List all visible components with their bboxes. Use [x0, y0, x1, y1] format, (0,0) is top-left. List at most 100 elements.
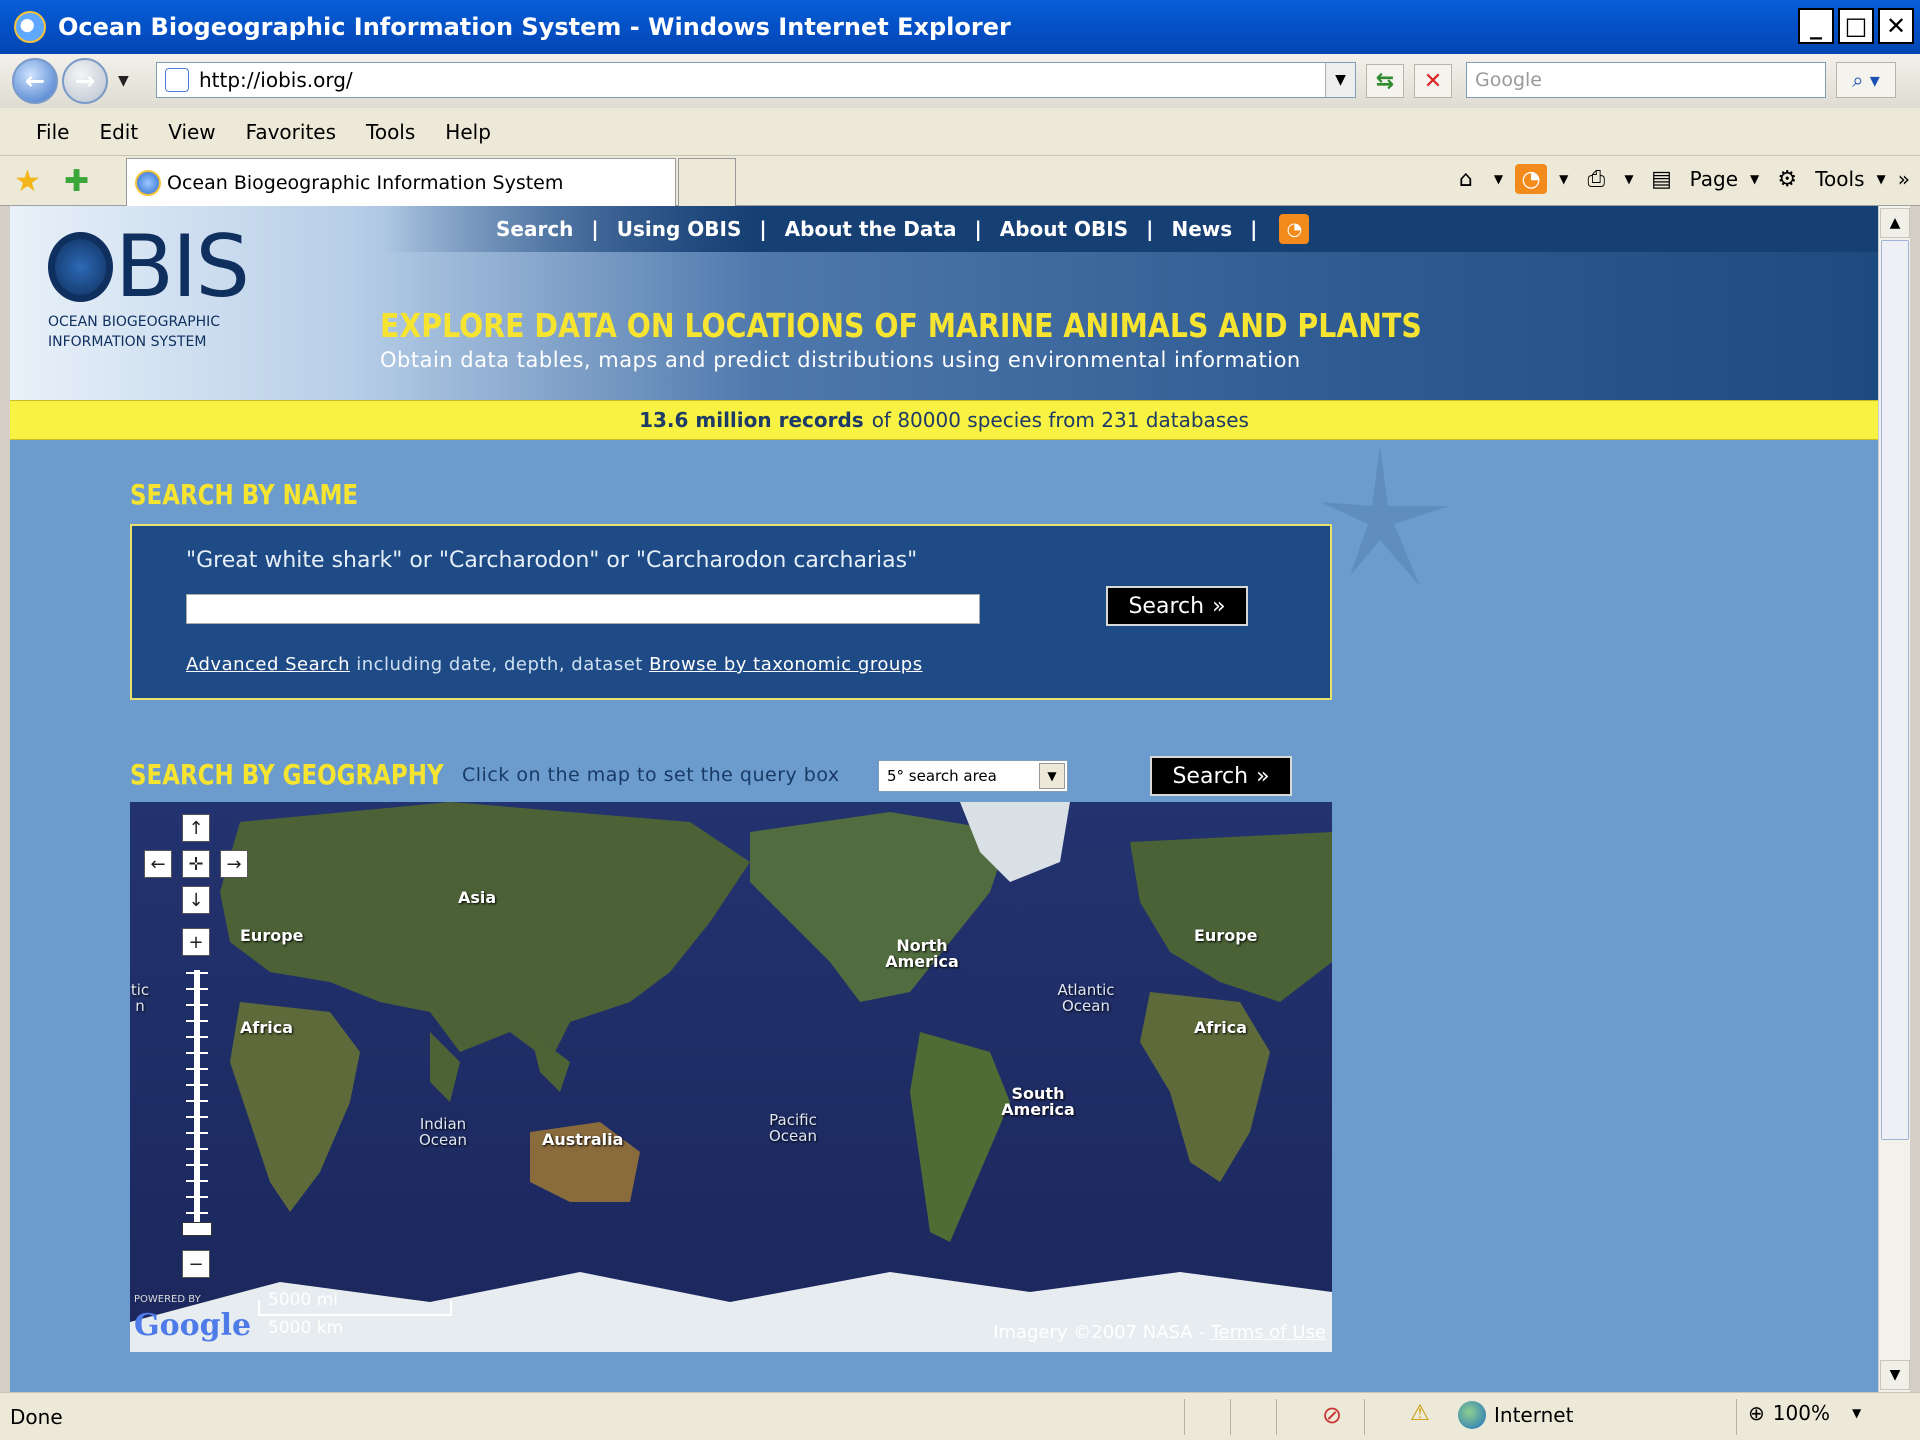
security-warning-icon[interactable]: ⚠ — [1410, 1401, 1430, 1426]
map-label-africa-right: Africa — [1194, 1018, 1247, 1037]
search-input[interactable]: Google — [1466, 62, 1826, 98]
map-label-north-america: North America — [885, 936, 959, 971]
more-chevron-icon[interactable]: » — [1898, 167, 1910, 191]
zoom-slider-tick[interactable] — [186, 1084, 208, 1086]
world-map[interactable]: Asia Europe Africa Australia North Ameri… — [130, 802, 1332, 1352]
zoom-out-icon[interactable]: − — [182, 1250, 210, 1278]
history-dropdown-icon[interactable]: ▼ — [118, 73, 129, 89]
add-favorites-icon[interactable]: ✚ — [64, 164, 89, 199]
search-by-name-title: SEARCH BY NAME — [130, 478, 359, 511]
zoom-slider-tick[interactable] — [186, 1132, 208, 1134]
rss-icon[interactable]: ◔ — [1279, 214, 1310, 244]
nav-using-obis[interactable]: Using OBIS — [617, 217, 742, 241]
nav-about-obis[interactable]: About OBIS — [1000, 217, 1128, 241]
zoom-slider-tick[interactable] — [186, 1180, 208, 1182]
print-dropdown-icon[interactable]: ▼ — [1624, 172, 1633, 186]
zoom-slider-tick[interactable] — [186, 1212, 208, 1214]
stop-button[interactable]: ✕ — [1414, 64, 1452, 98]
pan-up-icon[interactable]: ↑ — [182, 814, 210, 842]
zoom-slider-knob[interactable] — [182, 1222, 212, 1236]
scroll-down-icon[interactable]: ▼ — [1880, 1360, 1910, 1390]
zoom-in-icon[interactable]: + — [182, 928, 210, 956]
pan-right-icon[interactable]: → — [220, 850, 248, 878]
zoom-slider-tick[interactable] — [186, 988, 208, 990]
advanced-search-link[interactable]: Advanced Search — [186, 654, 350, 675]
tools-dropdown-icon[interactable]: ▼ — [1877, 172, 1886, 186]
feeds-icon[interactable]: ◔ — [1515, 164, 1548, 194]
zoom-value: 100% — [1772, 1401, 1830, 1425]
tab-title: Ocean Biogeographic Information System — [167, 171, 564, 194]
zoom-slider-tick[interactable] — [186, 1036, 208, 1038]
tab-active[interactable]: Ocean Biogeographic Information System — [126, 158, 676, 206]
minimize-button[interactable]: _ — [1798, 8, 1834, 44]
zoom-slider-tick[interactable] — [186, 1052, 208, 1054]
menu-tools[interactable]: Tools — [366, 120, 415, 144]
pan-center-icon[interactable]: ✛ — [182, 850, 210, 878]
name-search-button-label: Search — [1128, 593, 1205, 619]
scroll-thumb[interactable] — [1881, 240, 1909, 1140]
pan-down-icon[interactable]: ↓ — [182, 886, 210, 914]
zoom-slider-tick[interactable] — [186, 1020, 208, 1022]
forward-button[interactable]: → — [62, 58, 108, 104]
map-label-pacific-ocean: Pacific Ocean — [769, 1111, 817, 1145]
favorites-star-icon[interactable]: ★ — [14, 164, 41, 199]
zoom-level[interactable]: ⊕ 100% ▼ — [1748, 1401, 1861, 1425]
address-dropdown-icon[interactable]: ▼ — [1325, 63, 1355, 97]
double-chevron-icon: » — [1256, 763, 1270, 789]
copyright-text: Imagery ©2007 NASA - — [993, 1322, 1211, 1343]
page-viewport: BIS OCEAN BIOGEOGRAPHIC INFORMATION SYST… — [10, 206, 1878, 1392]
new-tab-button[interactable] — [678, 158, 736, 206]
zoom-slider-tick[interactable] — [186, 1148, 208, 1150]
close-button[interactable]: ✕ — [1878, 8, 1914, 44]
browse-taxonomic-link[interactable]: Browse by taxonomic groups — [649, 654, 923, 675]
home-dropdown-icon[interactable]: ▼ — [1494, 172, 1503, 186]
back-button[interactable]: ← — [12, 58, 58, 104]
search-by-geography-title: SEARCH BY GEOGRAPHY — [130, 758, 444, 791]
zoom-slider-tick[interactable] — [186, 1068, 208, 1070]
maximize-button[interactable]: □ — [1838, 8, 1874, 44]
feeds-dropdown-icon[interactable]: ▼ — [1559, 172, 1568, 186]
status-text: Done — [10, 1405, 63, 1429]
zoom-slider-tick[interactable] — [186, 1100, 208, 1102]
zoom-slider-tick[interactable] — [186, 1164, 208, 1166]
zoom-slider-tick[interactable] — [186, 1116, 208, 1118]
geo-search-button[interactable]: Search » — [1150, 756, 1292, 796]
page-menu-button[interactable]: Page — [1690, 167, 1738, 191]
privacy-icon[interactable]: ⊘ — [1322, 1401, 1342, 1429]
zoom-slider-tick[interactable] — [186, 1004, 208, 1006]
menu-favorites[interactable]: Favorites — [246, 120, 336, 144]
zoom-dropdown-icon[interactable]: ▼ — [1852, 1406, 1861, 1420]
select-dropdown-icon[interactable]: ▼ — [1039, 763, 1065, 789]
home-icon[interactable]: ⌂ — [1450, 164, 1482, 194]
nav-about-data[interactable]: About the Data — [785, 217, 957, 241]
name-search-button[interactable]: Search » — [1106, 586, 1248, 626]
nav-search[interactable]: Search — [496, 217, 573, 241]
print-icon[interactable]: ⎙ — [1580, 164, 1612, 194]
pan-left-icon[interactable]: ← — [144, 850, 172, 878]
menu-help[interactable]: Help — [445, 120, 491, 144]
obis-logo[interactable]: BIS OCEAN BIOGEOGRAPHIC INFORMATION SYST… — [48, 224, 250, 350]
command-bar: ⌂ ▼ ◔ ▼ ⎙ ▼ ▤ Page ▼ ⚙ Tools ▼ » — [1450, 164, 1910, 194]
menu-edit[interactable]: Edit — [99, 120, 138, 144]
nav-news[interactable]: News — [1171, 217, 1232, 241]
terms-of-use-link[interactable]: Terms of Use — [1211, 1322, 1326, 1343]
zoom-magnifier-icon: ⊕ — [1748, 1401, 1765, 1425]
google-logo[interactable]: Google — [134, 1308, 251, 1343]
zoom-slider-tick[interactable] — [186, 972, 208, 974]
vertical-scrollbar[interactable]: ▲ ▼ — [1878, 206, 1910, 1392]
search-area-select[interactable]: 5° search area ▼ — [878, 760, 1068, 792]
menu-file[interactable]: File — [36, 120, 69, 144]
menu-view[interactable]: View — [168, 120, 215, 144]
zoom-slider-tick[interactable] — [186, 1196, 208, 1198]
search-button[interactable]: ⌕ ▾ — [1836, 62, 1896, 98]
page-dropdown-icon[interactable]: ▼ — [1750, 172, 1759, 186]
geo-search-hint: Click on the map to set the query box — [462, 764, 840, 786]
security-zone[interactable]: Internet — [1458, 1401, 1573, 1429]
tools-menu-button[interactable]: Tools — [1815, 167, 1864, 191]
refresh-button[interactable]: ⇆ — [1366, 64, 1404, 98]
address-text[interactable]: http://iobis.org/ — [199, 68, 353, 92]
name-search-input[interactable] — [186, 594, 980, 624]
scroll-up-icon[interactable]: ▲ — [1880, 208, 1910, 238]
address-bar[interactable]: http://iobis.org/ ▼ — [156, 62, 1356, 98]
nav-separator: | — [1146, 217, 1154, 241]
